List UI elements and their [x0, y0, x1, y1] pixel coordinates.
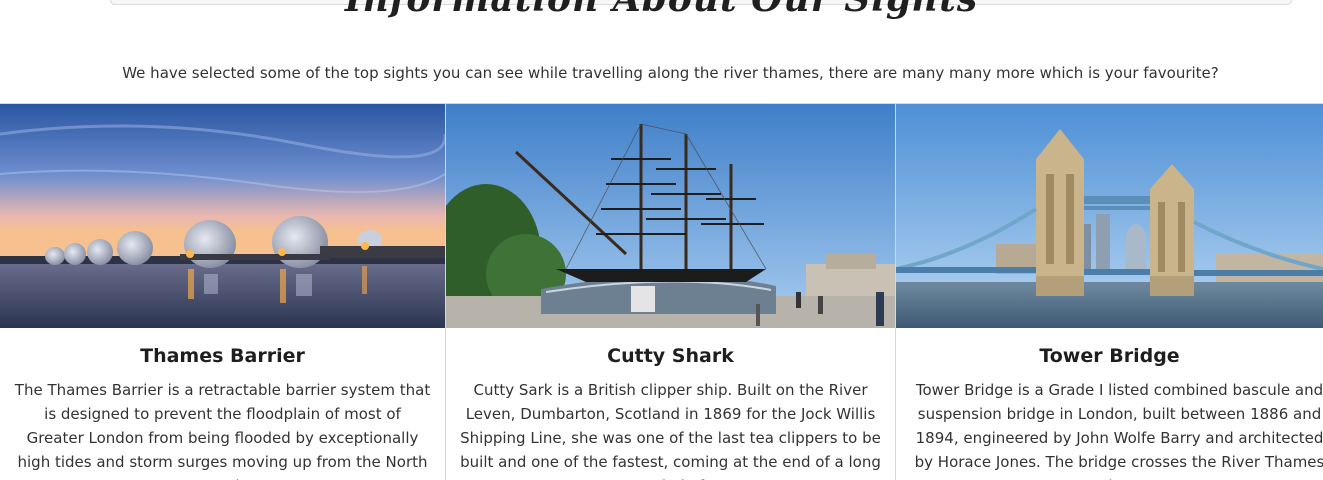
section-heading: Information About Our Sights — [0, 0, 1323, 20]
sight-title: Thames Barrier — [140, 345, 305, 367]
sight-description: Tower Bridge is a Grade I listed combine… — [914, 381, 1323, 480]
section-subtitle: We have selected some of the top sights … — [122, 64, 1219, 82]
cutty-shark-image — [446, 104, 895, 328]
sight-card-cutty-shark: Cutty Shark Cutty Sark is a British clip… — [446, 104, 896, 480]
sights-grid: Thames Barrier The Thames Barrier is a r… — [0, 103, 1323, 480]
cutty-shark-photo — [446, 104, 895, 328]
thames-barrier-image — [0, 104, 445, 328]
tower-bridge-image — [896, 104, 1323, 328]
sight-card-tower-bridge: Tower Bridge Tower Bridge is a Grade I l… — [896, 104, 1323, 480]
sight-card-thames-barrier: Thames Barrier The Thames Barrier is a r… — [0, 104, 446, 480]
tower-bridge-photo — [896, 104, 1323, 328]
sight-description: The Thames Barrier is a retractable barr… — [14, 381, 431, 480]
thames-barrier-photo — [0, 104, 445, 328]
sight-description: Cutty Sark is a British clipper ship. Bu… — [460, 381, 881, 480]
sight-title: Cutty Shark — [607, 345, 734, 367]
sight-title: Tower Bridge — [1039, 345, 1180, 367]
